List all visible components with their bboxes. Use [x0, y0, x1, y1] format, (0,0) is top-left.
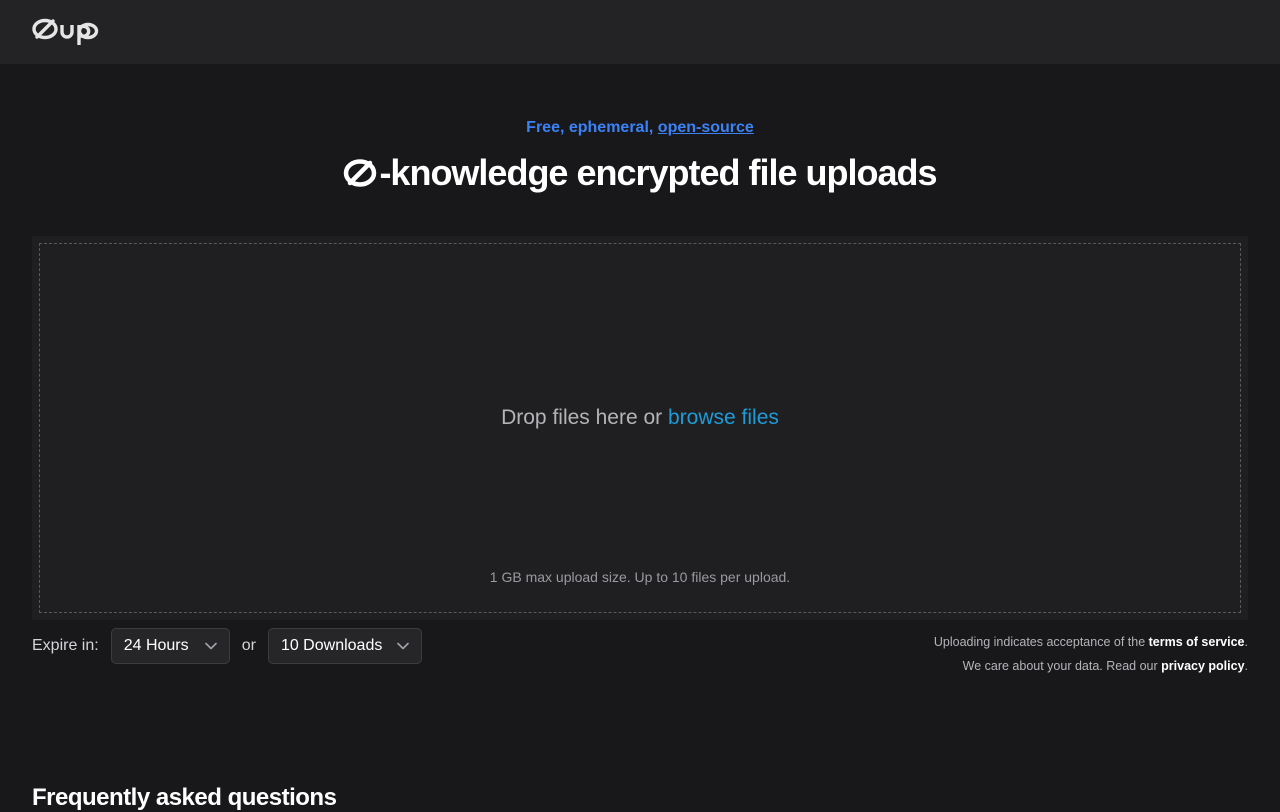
- browse-files-link[interactable]: browse files: [668, 406, 779, 429]
- chevron-down-icon: [397, 642, 409, 650]
- logo-link[interactable]: [32, 17, 102, 47]
- hero: Free, ephemeral, open-source -knowledge …: [0, 64, 1280, 196]
- expire-time-value: 24 Hours: [123, 637, 189, 654]
- or-label: or: [241, 637, 256, 654]
- zero-slash-icon: [344, 159, 377, 187]
- upload-dropzone[interactable]: Drop files here or browse files 1 GB max…: [39, 243, 1241, 613]
- drop-prompt: Drop files here or browse files: [40, 406, 1240, 430]
- page-title: -knowledge encrypted file uploads: [0, 150, 1280, 196]
- top-header: [0, 0, 1280, 64]
- expire-label: Expire in:: [32, 637, 99, 654]
- terms-of-service-link[interactable]: terms of service: [1149, 635, 1245, 649]
- privacy-text: We care about your data. Read our: [962, 659, 1162, 673]
- download-limit-select[interactable]: 10 Downloads: [267, 628, 422, 664]
- privacy-line: We care about your data. Read our privac…: [934, 654, 1248, 678]
- terms-text: Uploading indicates acceptance of the: [933, 635, 1149, 649]
- privacy-period: .: [1244, 659, 1248, 673]
- privacy-policy-link[interactable]: privacy policy: [1161, 659, 1244, 673]
- terms-line: Uploading indicates acceptance of the te…: [934, 630, 1248, 654]
- open-source-link[interactable]: open-source: [658, 119, 754, 136]
- terms-period: .: [1244, 635, 1248, 649]
- tagline: Free, ephemeral, open-source: [0, 118, 1280, 138]
- zero-slash-icon: [32, 18, 99, 45]
- expire-time-select[interactable]: 24 Hours: [110, 628, 230, 664]
- expiry-controls: Expire in: 24 Hours or 10 Downloads: [32, 628, 422, 664]
- page-title-text: -knowledge encrypted file uploads: [379, 152, 937, 193]
- upload-dropzone-container: Drop files here or browse files 1 GB max…: [32, 236, 1248, 620]
- drop-prompt-text: Drop files here or: [501, 406, 668, 429]
- legal-notice: Uploading indicates acceptance of the te…: [934, 630, 1248, 678]
- tagline-text: Free, ephemeral,: [526, 119, 658, 136]
- faq-heading: Frequently asked questions: [32, 784, 337, 811]
- download-limit-value: 10 Downloads: [280, 637, 383, 654]
- upload-limit-note: 1 GB max upload size. Up to 10 files per…: [489, 569, 791, 585]
- chevron-down-icon: [204, 642, 217, 650]
